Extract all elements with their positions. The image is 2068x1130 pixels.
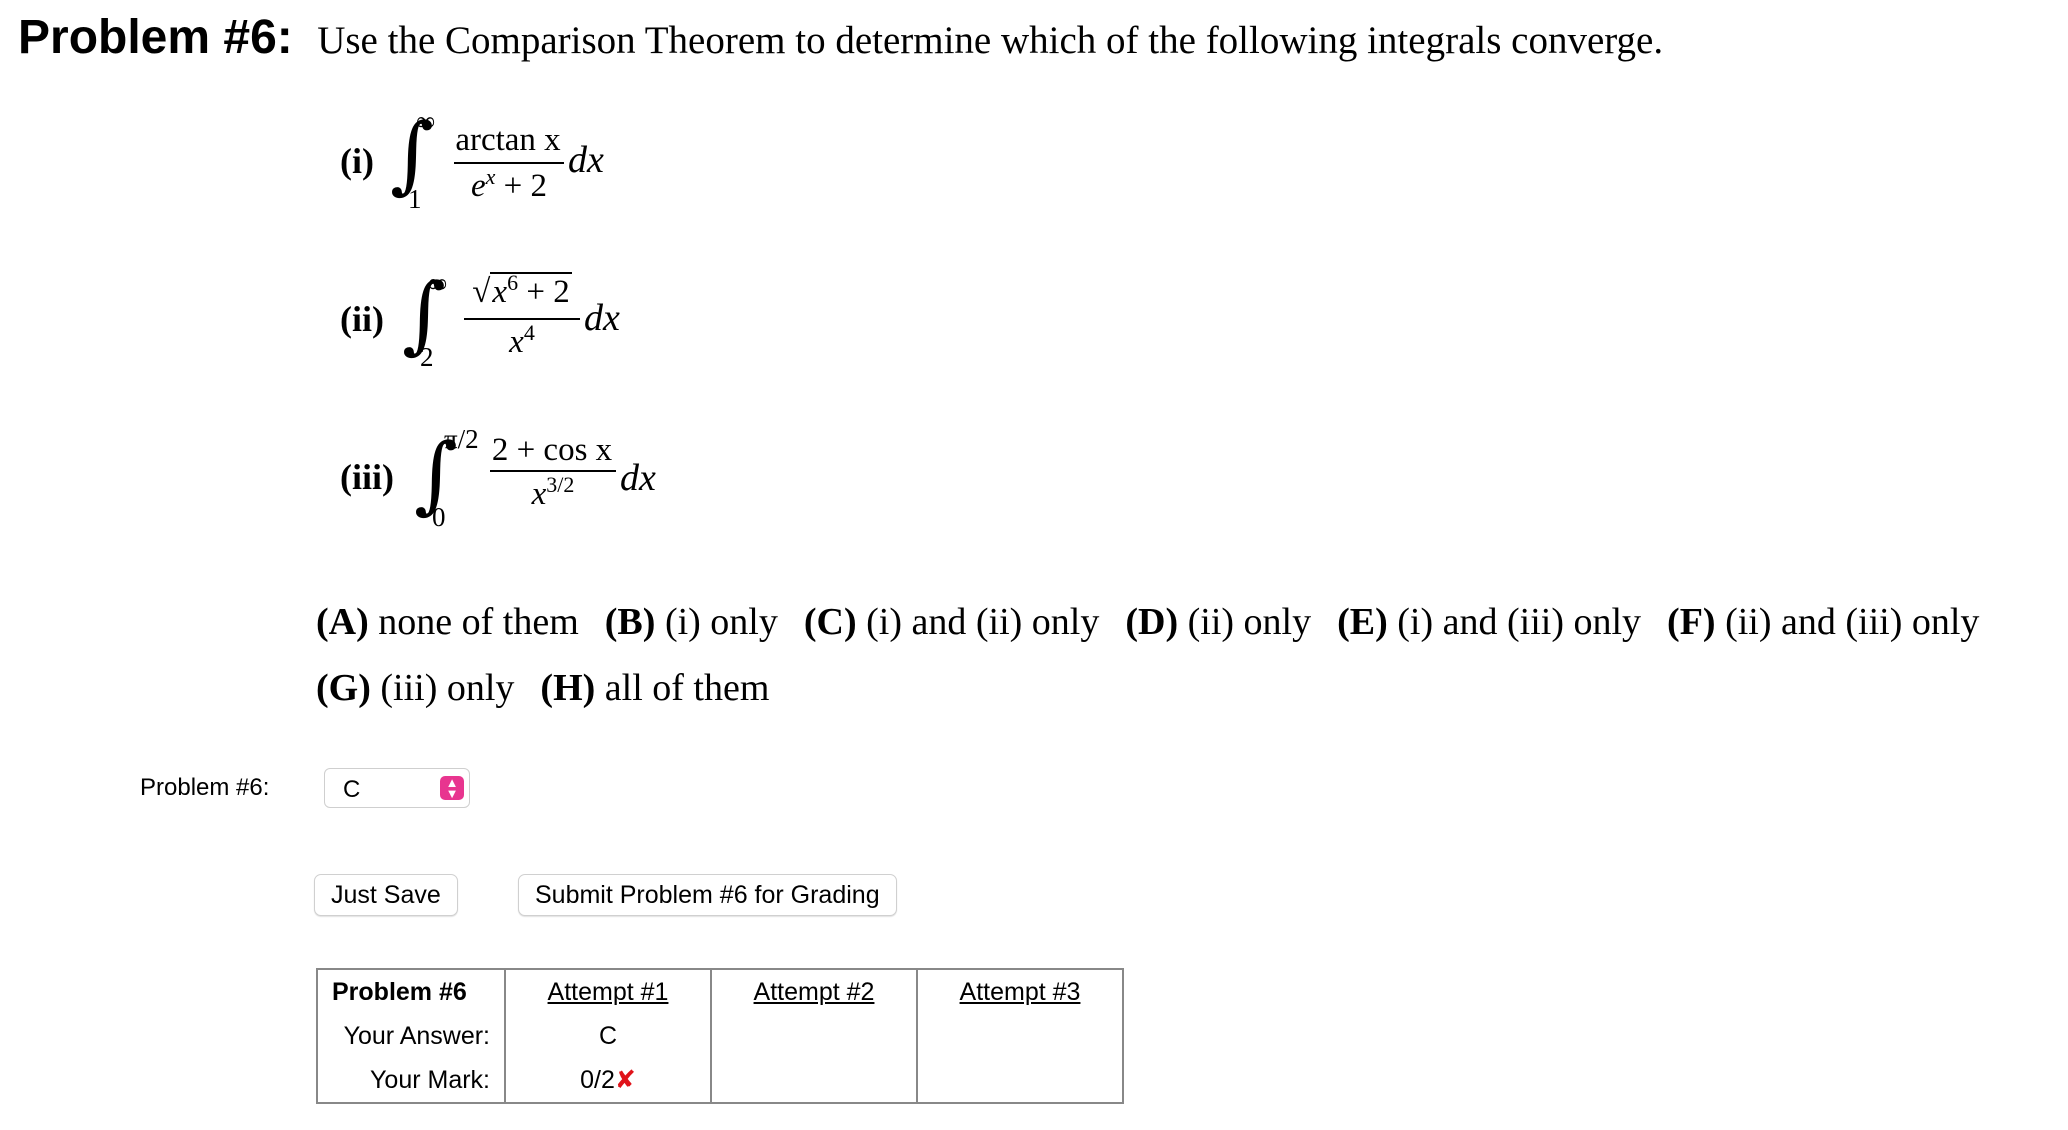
numerator: arctan x [455,122,561,158]
attempts-table: Problem #6 Attempt #1 Attempt #2 Attempt… [316,968,1124,1104]
problem-instruction: Use the Comparison Theorem to determine … [317,19,1664,62]
problem-header: Problem #6: Use the Comparison Theorem t… [18,10,1663,65]
attempt-1-link[interactable]: Attempt #1 [548,978,669,1006]
table-row: Your Answer: C [317,1014,1123,1058]
problem-number: Problem #6: [18,11,293,64]
answer-select-value: C [343,776,361,803]
numerator: √x6 + 2 [472,270,572,310]
attempt-3-mark [916,1058,1123,1103]
differential: dx [584,297,620,339]
integral-label: (iii) [340,457,394,497]
upper-limit: ∞ [428,268,448,298]
attempt-1-answer: C [504,1014,711,1058]
table-header-label: Problem #6 [332,977,467,1006]
denominator: x4 [509,320,535,360]
differential: dx [620,457,656,499]
denominator: ex + 2 [470,164,548,204]
choices-row-2: (G) (iii) only (H) all of them [316,666,795,710]
attempt-3-link[interactable]: Attempt #3 [960,978,1081,1006]
answer-select[interactable]: C ▲ ▼ [324,768,470,808]
choice-c: (C) (i) and (ii) only [803,601,1100,643]
submit-for-grading-button[interactable]: Submit Problem #6 for Grading [518,874,897,916]
choice-e: (E) (i) and (iii) only [1337,601,1642,643]
attempt-1-mark: 0/2✘ [504,1058,711,1103]
lower-limit: 2 [420,342,434,372]
upper-limit: π/2 [444,424,479,454]
lower-limit: 0 [432,502,446,532]
choice-d: (D) (ii) only [1125,601,1312,643]
attempt-2-header: Attempt #2 [710,969,917,1014]
choice-b: (B) (i) only [604,601,778,643]
denominator: x3/2 [531,472,575,512]
choice-a: (A) none of them [316,601,579,643]
select-updown-icon: ▲ ▼ [440,776,464,800]
attempt-2-link[interactable]: Attempt #2 [754,978,875,1006]
table-row: Problem #6 Attempt #1 Attempt #2 Attempt… [317,969,1123,1014]
choice-g: (G) (iii) only [316,667,515,709]
wrong-x-icon: ✘ [614,1066,636,1094]
choice-f: (F) (ii) and (iii) only [1667,601,1980,643]
lower-limit: 1 [408,184,422,214]
numerator: 2 + cos x [491,432,613,468]
attempt-3-answer [916,1014,1123,1058]
upper-limit: ∞ [416,106,436,136]
attempt-2-mark [710,1058,917,1103]
choice-h: (H) all of them [540,667,770,709]
your-answer-label: Your Answer: [343,1021,490,1050]
your-mark-label: Your Mark: [370,1065,490,1094]
attempt-1-header: Attempt #1 [504,969,711,1014]
mark-value: 0/2 [580,1066,615,1094]
attempt-2-answer [710,1014,917,1058]
just-save-button[interactable]: Just Save [314,874,458,916]
choices-row-1: (A) none of them (B) (i) only (C) (i) and … [316,600,2005,644]
integral-label: (i) [340,141,374,181]
answer-label: Problem #6: [140,774,270,801]
integral-label: (ii) [340,299,384,339]
attempt-3-header: Attempt #3 [916,969,1123,1014]
table-row: Your Mark: 0/2✘ [317,1058,1123,1103]
differential: dx [568,139,604,181]
